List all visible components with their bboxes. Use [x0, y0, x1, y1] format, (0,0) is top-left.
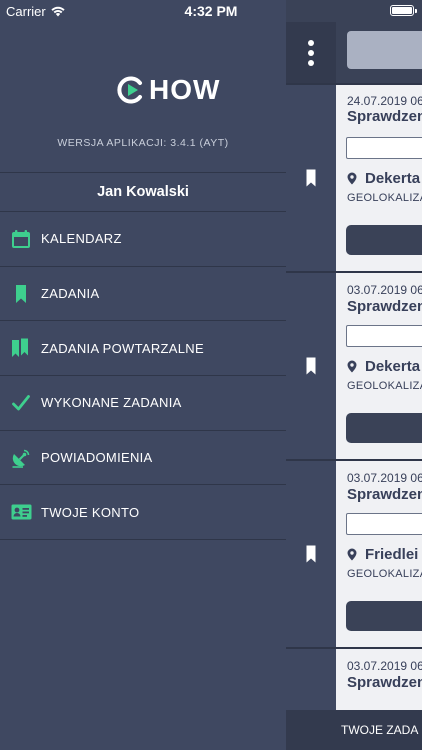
task-date: 03.07.2019 06	[347, 659, 422, 673]
task-location-label: Friedlei	[365, 546, 419, 563]
task-action-button[interactable]	[346, 225, 422, 255]
navigation-drawer: HOW WERSJA APLIKACJI: 3.4.1 (AYT) Jan Ko…	[0, 0, 286, 750]
calendar-icon	[10, 228, 32, 250]
task-location: Dekerta	[347, 358, 420, 375]
satellite-dish-icon	[10, 447, 32, 469]
menu-item-label: WYKONANE ZADANIA	[41, 395, 182, 411]
task-card[interactable]: 03.07.2019 06 Sprawdzen Dekerta GEOLOKAL…	[336, 273, 422, 459]
bookmark-icon	[306, 545, 316, 563]
task-card[interactable]: 03.07.2019 06 Sprawdzen Friedlei GEOLOKA…	[336, 461, 422, 647]
task-list-screen: 24.07.2019 06 Sprawdzen Dekerta GEOLOKAL…	[286, 0, 422, 750]
user-name[interactable]: Jan Kowalski	[0, 172, 286, 212]
more-options-icon[interactable]	[286, 22, 336, 84]
task-date: 24.07.2019 06	[347, 94, 422, 108]
task-title: Sprawdzen	[347, 108, 422, 125]
bookmark-icon	[10, 283, 32, 305]
carrier-label: Carrier	[6, 4, 46, 19]
task-action-button[interactable]	[346, 601, 422, 631]
bottom-tab-twoje-zadania[interactable]: TWOJE ZADA	[286, 710, 422, 750]
task-location: Friedlei	[347, 546, 418, 563]
menu-item-wykonane-zadania[interactable]: WYKONANE ZADANIA	[0, 376, 286, 431]
clock: 4:32 PM	[184, 3, 238, 19]
menu-item-zadania-powtarzalne[interactable]: ZADANIA POWTARZALNE	[0, 321, 286, 377]
wifi-icon	[51, 6, 65, 18]
menu-item-twoje-konto[interactable]: TWOJE KONTO	[0, 485, 286, 541]
checkmark-icon	[10, 392, 32, 414]
menu-item-zadania[interactable]: ZADANIA	[0, 267, 286, 322]
location-pin-icon	[347, 360, 357, 373]
app-version: WERSJA APLIKACJI: 3.4.1 (AYT)	[57, 137, 229, 149]
logo-text: HOW	[149, 74, 221, 105]
app-logo: HOW	[116, 74, 220, 106]
bookmark-icon	[306, 357, 316, 375]
task-geo-label: GEOLOKALIZA	[347, 568, 422, 580]
task-side-strip[interactable]	[286, 85, 336, 271]
menu-item-label: KALENDARZ	[41, 231, 122, 247]
location-pin-icon	[347, 172, 357, 185]
task-status-field[interactable]	[346, 325, 422, 347]
task-date: 03.07.2019 06	[347, 283, 422, 297]
id-card-icon	[10, 501, 32, 523]
status-bar: Carrier 4:32 PM	[0, 0, 422, 22]
task-location-label: Dekerta	[365, 358, 421, 375]
task-date: 03.07.2019 06	[347, 471, 422, 485]
menu-item-powiadomienia[interactable]: POWIADOMIENIA	[0, 431, 286, 486]
menu-item-label: ZADANIA POWTARZALNE	[41, 340, 204, 356]
task-geo-label: GEOLOKALIZA	[347, 192, 422, 204]
task-title: Sprawdzen	[347, 486, 422, 503]
bookmark-icon	[306, 169, 316, 187]
task-title: Sprawdzen	[347, 674, 422, 691]
menu-item-label: POWIADOMIENIA	[41, 450, 153, 466]
task-status-field[interactable]	[346, 137, 422, 159]
task-card[interactable]: 03.07.2019 06 Sprawdzen	[336, 649, 422, 710]
task-side-strip[interactable]	[286, 649, 336, 710]
task-side-strip[interactable]	[286, 461, 336, 647]
logo-mark-icon	[117, 76, 142, 104]
task-action-button[interactable]	[346, 413, 422, 443]
task-card[interactable]: 24.07.2019 06 Sprawdzen Dekerta GEOLOKAL…	[336, 85, 422, 271]
task-location-label: Dekerta	[365, 170, 421, 187]
location-pin-icon	[347, 548, 357, 561]
search-input[interactable]	[347, 31, 422, 69]
menu-item-label: ZADANIA	[41, 286, 100, 302]
task-status-field[interactable]	[346, 513, 422, 535]
task-location: Dekerta	[347, 170, 420, 187]
battery-icon	[390, 5, 417, 16]
carrier-indicator: Carrier	[6, 4, 65, 19]
menu-item-kalendarz[interactable]: KALENDARZ	[0, 212, 286, 267]
menu-item-label: TWOJE KONTO	[41, 504, 140, 520]
task-side-strip[interactable]	[286, 273, 336, 459]
task-geo-label: GEOLOKALIZA	[347, 380, 422, 392]
task-title: Sprawdzen	[347, 298, 422, 315]
drawer-menu: KALENDARZ ZADANIA ZADANIA POWTARZALNE WY…	[0, 212, 286, 541]
double-bookmark-icon	[10, 337, 32, 359]
